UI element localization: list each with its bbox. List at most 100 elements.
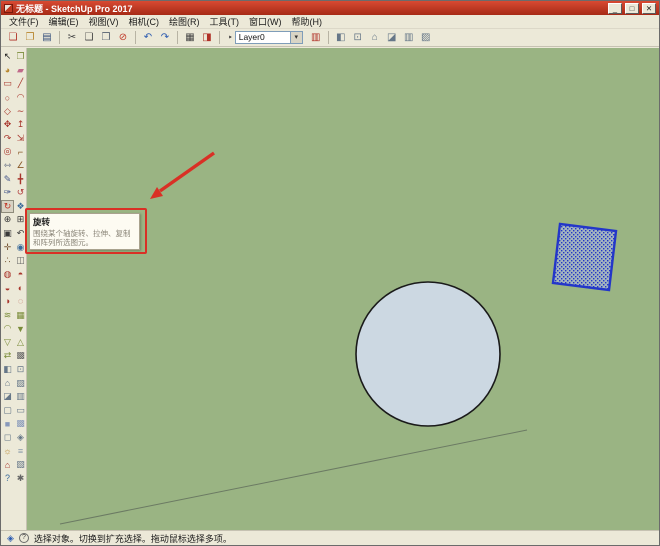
line-tool[interactable]: ╱ (14, 77, 27, 91)
move-tool[interactable]: ✥ (1, 118, 14, 132)
layer-dropdown[interactable]: ‣ Layer0 ▾ (228, 31, 303, 44)
textured-style-tool[interactable]: ▩ (14, 417, 27, 431)
right-view-tool[interactable]: ▨ (14, 376, 27, 390)
redo-icon[interactable]: ↷ (157, 30, 173, 45)
follow-me-tool[interactable]: ↷ (1, 132, 14, 146)
rectangle-tool[interactable]: ▭ (1, 77, 14, 91)
from-contours-tool[interactable]: ≋ (1, 308, 14, 322)
subtract-tool[interactable]: ◒ (1, 281, 14, 295)
print-icon[interactable]: ▦ (182, 30, 198, 45)
pan-tool[interactable]: ❖ (14, 200, 27, 214)
back-view-icon[interactable]: ◪ (384, 30, 400, 45)
polygon-tool[interactable]: ◇ (1, 104, 14, 118)
stamp-tool[interactable]: ▼ (14, 322, 27, 336)
shadows-tool[interactable]: ☼ (1, 444, 14, 458)
text-tool[interactable]: ✎ (1, 172, 14, 186)
close-button[interactable]: ✕ (642, 2, 656, 14)
dimension-tool[interactable]: ⇿ (1, 159, 14, 173)
model-info-icon[interactable]: ◨ (199, 30, 215, 45)
tape-measure-tool[interactable]: ⌐ (14, 145, 27, 159)
make-component-tool[interactable]: ❐ (14, 50, 27, 64)
x-ray-style-tool[interactable]: ◈ (14, 431, 27, 445)
drape-tool[interactable]: ▽ (1, 335, 14, 349)
paste-icon[interactable]: ❒ (98, 30, 114, 45)
zoom-previous-tool[interactable]: ↶ (14, 227, 27, 241)
erase-icon[interactable]: ⊘ (115, 30, 131, 45)
outer-shell-tool[interactable]: ◍ (1, 268, 14, 282)
menu-item[interactable]: 工具(T) (205, 14, 245, 29)
layer-value[interactable]: Layer0 (234, 31, 291, 44)
menu-item[interactable]: 编辑(E) (44, 14, 84, 29)
cut-icon[interactable]: ✂ (64, 30, 80, 45)
front-view-tool[interactable]: ⌂ (1, 376, 14, 390)
section-plane-tool[interactable]: ◫ (14, 254, 27, 268)
preferences-tool[interactable]: ✱ (14, 471, 27, 485)
front-view-icon[interactable]: ⌂ (367, 30, 383, 45)
menu-item[interactable]: 文件(F) (4, 14, 44, 29)
arc-tool[interactable]: ◠ (14, 91, 27, 105)
warehouse-tool[interactable]: ⌂ (1, 458, 14, 472)
top-view-icon[interactable]: ⊡ (350, 30, 366, 45)
match-photo-tool[interactable]: ▧ (14, 458, 27, 472)
save-icon[interactable]: ▤ (39, 30, 55, 45)
zoom-window-tool[interactable]: ▣ (1, 227, 14, 241)
undo-icon[interactable]: ↶ (140, 30, 156, 45)
help-tool[interactable]: ? (1, 471, 14, 485)
paint-bucket-tool[interactable]: ◕ (1, 64, 14, 78)
menu-item[interactable]: 窗口(W) (244, 14, 287, 29)
menu-item[interactable]: 视图(V) (84, 14, 124, 29)
trim-tool[interactable]: ◐ (14, 281, 27, 295)
position-camera-tool[interactable]: ✛ (1, 240, 14, 254)
layer-manager-icon[interactable]: ▥ (308, 30, 324, 45)
wireframe-style-tool[interactable]: ▢ (1, 403, 14, 417)
add-detail-tool[interactable]: △ (14, 335, 27, 349)
3d-text-tool[interactable]: ✑ (1, 186, 14, 200)
orbit-tool[interactable]: ↺ (14, 186, 27, 200)
left-view-icon[interactable]: ▥ (401, 30, 417, 45)
circle-tool[interactable]: ○ (1, 91, 14, 105)
geolocation-icon[interactable]: ◈ (7, 533, 14, 544)
monochrome-style-tool[interactable]: ◻ (1, 431, 14, 445)
protractor-tool[interactable]: ∠ (14, 159, 27, 173)
open-icon[interactable]: ❐ (22, 30, 38, 45)
left-view-tool[interactable]: ▥ (14, 390, 27, 404)
help-icon[interactable]: ? (18, 533, 29, 543)
union-tool[interactable]: ◓ (14, 268, 27, 282)
flip-edge-tool[interactable]: ⇄ (1, 349, 14, 363)
from-scratch-tool[interactable]: ▦ (14, 308, 27, 322)
iso-view-tool[interactable]: ◧ (1, 363, 14, 377)
menu-item[interactable]: 帮助(H) (287, 14, 328, 29)
top-view-tool[interactable]: ⊡ (14, 363, 27, 377)
titlebar[interactable]: 无标题 - SketchUp Pro 2017 _ □ ✕ (1, 1, 659, 15)
walk-tool[interactable]: ∴ (1, 254, 14, 268)
smoove-tool[interactable]: ◠ (1, 322, 14, 336)
offset-tool[interactable]: ◎ (1, 145, 14, 159)
axes-tool[interactable]: ╋ (14, 172, 27, 186)
rotate-tool[interactable]: ↻ (1, 199, 14, 214)
right-view-icon[interactable]: ▨ (418, 30, 434, 45)
shaded-style-tool[interactable]: ■ (1, 417, 14, 431)
drawing-canvas[interactable]: 旋转 围绕某个轴旋转、拉伸、复制和阵列所选图元。 (25, 48, 659, 530)
freehand-tool[interactable]: ∼ (14, 104, 27, 118)
intersect-tool[interactable]: ◑ (1, 295, 14, 309)
zoom-extents-tool[interactable]: ⊞ (14, 213, 27, 227)
menu-item[interactable]: 相机(C) (124, 14, 165, 29)
menu-item[interactable]: 绘图(R) (164, 14, 205, 29)
look-around-tool[interactable]: ◉ (14, 240, 27, 254)
push-pull-tool[interactable]: ↥ (14, 118, 27, 132)
fog-tool[interactable]: ≡ (14, 444, 27, 458)
copy-icon[interactable]: ❑ (81, 30, 97, 45)
chevron-down-icon[interactable]: ▾ (290, 31, 303, 44)
maximize-button[interactable]: □ (625, 2, 639, 14)
eraser-tool[interactable]: ▰ (14, 64, 27, 78)
minimize-button[interactable]: _ (608, 2, 622, 14)
select-tool[interactable]: ↖ (1, 50, 14, 64)
split-tool[interactable]: ◌ (14, 295, 27, 309)
back-view-tool[interactable]: ◪ (1, 390, 14, 404)
new-icon[interactable]: ❏ (5, 30, 21, 45)
section-fill-tool[interactable]: ▩ (14, 349, 27, 363)
iso-view-icon[interactable]: ◧ (333, 30, 349, 45)
scale-tool[interactable]: ⇲ (14, 132, 27, 146)
zoom-tool[interactable]: ⊕ (1, 213, 14, 227)
hidden-line-style-tool[interactable]: ▭ (14, 403, 27, 417)
